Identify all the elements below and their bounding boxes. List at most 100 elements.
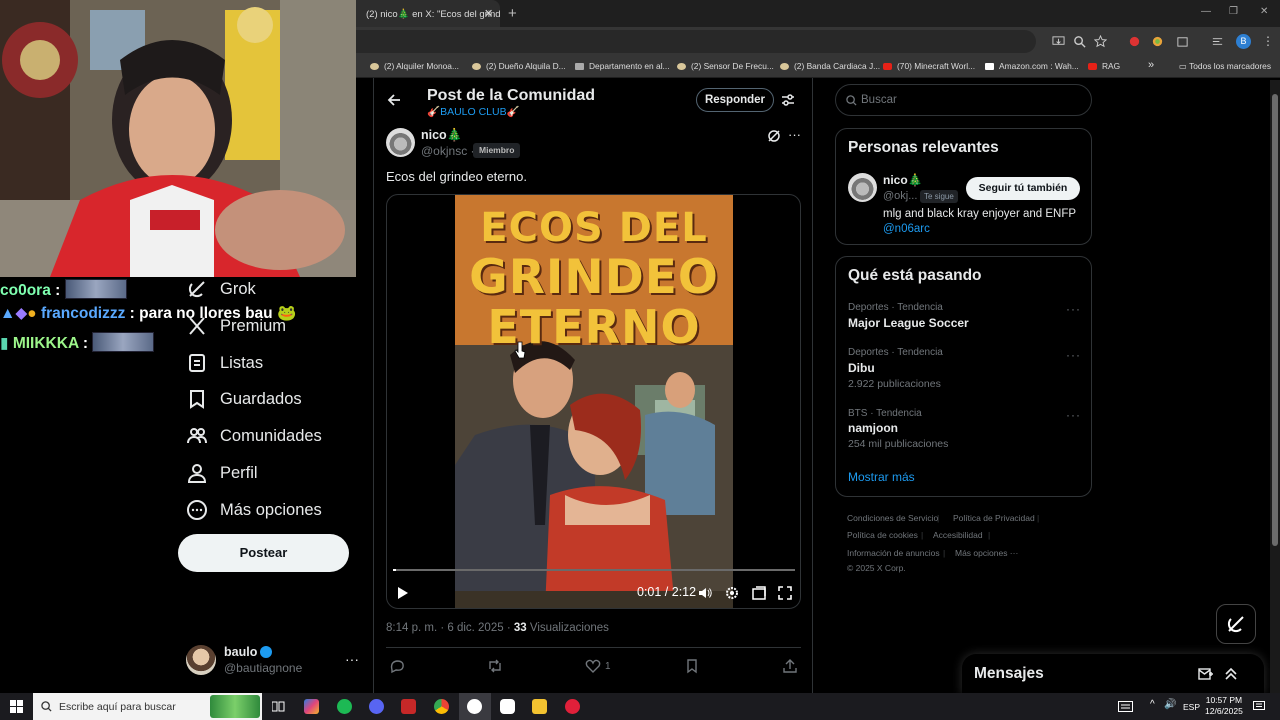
relevant-person-avatar[interactable] — [848, 173, 877, 202]
repost-icon[interactable] — [487, 658, 503, 674]
video-progress-bar[interactable] — [393, 569, 795, 571]
author-handle[interactable]: @okjnsc · — [421, 144, 475, 158]
footer-link[interactable]: Más opciones ··· — [955, 548, 1018, 558]
play-icon[interactable] — [397, 586, 409, 600]
bookmark-item[interactable]: Amazon.com : Wah... — [985, 61, 1079, 71]
restore-icon[interactable]: ❐ — [1229, 6, 1238, 17]
address-bar[interactable] — [356, 30, 1036, 53]
trend-more-icon[interactable]: ··· — [1066, 302, 1081, 316]
profile-avatar[interactable]: B — [1236, 34, 1251, 49]
expand-up-icon[interactable] — [1224, 667, 1238, 681]
picture-in-picture-icon[interactable] — [752, 586, 766, 600]
close-window-icon[interactable]: ✕ — [1260, 6, 1268, 17]
nav-item-grok[interactable]: Grok — [186, 276, 256, 302]
account-avatar[interactable] — [186, 645, 216, 675]
bookmark-item[interactable]: Departamento en al... — [575, 61, 670, 71]
page-scrollbar[interactable] — [1270, 80, 1280, 693]
volume-tray-icon[interactable]: 🔊 — [1164, 699, 1176, 710]
bio-link[interactable]: @n06arc — [883, 223, 930, 235]
show-hidden-icons-icon[interactable]: ^ — [1150, 699, 1155, 710]
reply-button[interactable]: Responder — [696, 88, 774, 112]
filter-settings-icon[interactable] — [781, 93, 795, 107]
extension-red-icon[interactable] — [1128, 35, 1141, 48]
bookmarks-overflow-icon[interactable]: » — [1148, 59, 1154, 71]
bookmark-item[interactable]: RAG — [1088, 61, 1120, 71]
nav-item-comunidades[interactable]: Comunidades — [186, 423, 322, 449]
relevant-person-handle[interactable]: @okj... — [883, 190, 917, 202]
bookmark-post-icon[interactable] — [684, 658, 700, 674]
fullscreen-icon[interactable] — [778, 586, 792, 600]
capcut-app-icon[interactable] — [500, 699, 515, 714]
search-input[interactable]: Buscar — [835, 84, 1092, 116]
footer-link[interactable]: Accesibilidad — [933, 530, 983, 540]
browser-menu-icon[interactable]: ⋮ — [1262, 34, 1274, 48]
nav-item-premium[interactable]: Premium — [186, 313, 286, 339]
extensions-puzzle-icon[interactable] — [1176, 35, 1189, 48]
task-view-icon[interactable] — [272, 700, 285, 713]
star-bookmark-icon[interactable] — [1094, 35, 1107, 48]
community-link[interactable]: 🎸BAULO CLUB🎸 — [427, 105, 520, 118]
copilot-app-icon[interactable] — [304, 699, 319, 714]
browser-tab[interactable]: (2) nico🎄 en X: "Ecos del grind ✕ — [356, 0, 500, 27]
messages-drawer[interactable]: Mensajes — [962, 654, 1264, 694]
notifications-icon[interactable] — [1253, 701, 1265, 712]
share-icon[interactable] — [782, 658, 798, 674]
trend-more-icon[interactable]: ··· — [1066, 348, 1081, 362]
follow-button[interactable]: Seguir tú también — [966, 177, 1080, 200]
close-tab-icon[interactable]: ✕ — [484, 7, 493, 20]
volume-icon[interactable] — [698, 586, 712, 600]
video-player[interactable]: ECOS DEL GRINDEO ETERNO 0:01 / 2:12 — [386, 194, 801, 609]
show-more-link[interactable]: Mostrar más — [848, 470, 915, 484]
bookmark-item[interactable]: (2) Banda Cardiaca J... — [780, 61, 880, 71]
settings-gear-icon[interactable] — [725, 586, 739, 600]
file-explorer-icon[interactable] — [532, 699, 547, 714]
spotify-app-icon[interactable] — [337, 699, 352, 714]
back-arrow-icon[interactable] — [386, 92, 402, 108]
nav-item-guardados[interactable]: Guardados — [186, 386, 302, 412]
nav-item-perfil[interactable]: Perfil — [186, 460, 258, 486]
obs-app-icon[interactable] — [467, 699, 482, 714]
account-name[interactable]: baulo — [224, 645, 273, 659]
taskbar-search-input[interactable]: Escribe aquí para buscar — [33, 693, 262, 720]
chrome-app-icon[interactable] — [434, 699, 449, 714]
language-indicator[interactable]: ESP — [1183, 702, 1200, 712]
footer-link[interactable]: Condiciones de Servicio — [847, 513, 938, 523]
bookmark-item[interactable]: (2) Sensor De Frecu... — [677, 61, 774, 71]
reply-icon[interactable] — [389, 658, 405, 674]
new-tab-icon[interactable]: + — [508, 5, 517, 22]
trend-name[interactable]: Major League Soccer — [848, 316, 969, 330]
stream-app-icon[interactable] — [401, 699, 416, 714]
new-message-icon[interactable] — [1198, 667, 1213, 681]
author-name[interactable]: nico🎄 — [421, 128, 462, 143]
bookmark-item[interactable]: (70) Minecraft Worl... — [883, 61, 975, 71]
opera-app-icon[interactable] — [565, 699, 580, 714]
bookmark-item[interactable]: (2) Dueño Alquila D... — [472, 61, 566, 71]
trend-more-icon[interactable]: ··· — [1066, 408, 1081, 422]
grok-explain-icon[interactable] — [767, 129, 781, 143]
reading-list-icon[interactable] — [1211, 35, 1224, 48]
author-avatar[interactable] — [386, 128, 415, 157]
trend-name[interactable]: namjoon — [848, 421, 898, 435]
bookmark-item[interactable]: (2) Alquiler Monoa... — [370, 61, 459, 71]
footer-link[interactable]: Información de anuncios — [847, 548, 940, 558]
extension-color-icon[interactable] — [1151, 35, 1164, 48]
post-more-icon[interactable]: ··· — [788, 127, 801, 142]
all-bookmarks-folder[interactable]: ▭ Todos los marcadores — [1179, 61, 1271, 71]
footer-link[interactable]: Política de Privacidad — [953, 513, 1035, 523]
post-button[interactable]: Postear — [178, 534, 349, 572]
grok-floating-button[interactable] — [1216, 604, 1256, 644]
nav-item-mas-opciones[interactable]: Más opciones — [186, 497, 322, 523]
windows-start-icon[interactable] — [10, 700, 23, 713]
scrollbar-thumb[interactable] — [1272, 94, 1278, 546]
keyboard-icon[interactable] — [1118, 701, 1133, 712]
like-heart-icon[interactable] — [585, 658, 601, 674]
relevant-person-name[interactable]: nico🎄 — [883, 173, 923, 187]
discord-app-icon[interactable] — [369, 699, 384, 714]
install-app-icon[interactable] — [1052, 35, 1065, 48]
nav-item-listas[interactable]: Listas — [186, 350, 263, 376]
footer-link[interactable]: Política de cookies — [847, 530, 918, 540]
zoom-icon[interactable] — [1073, 35, 1086, 48]
trend-name[interactable]: Dibu — [848, 361, 875, 375]
account-menu-icon[interactable]: ··· — [345, 651, 359, 667]
taskbar-clock[interactable]: 10:57 PM 12/6/2025 — [1205, 695, 1243, 717]
